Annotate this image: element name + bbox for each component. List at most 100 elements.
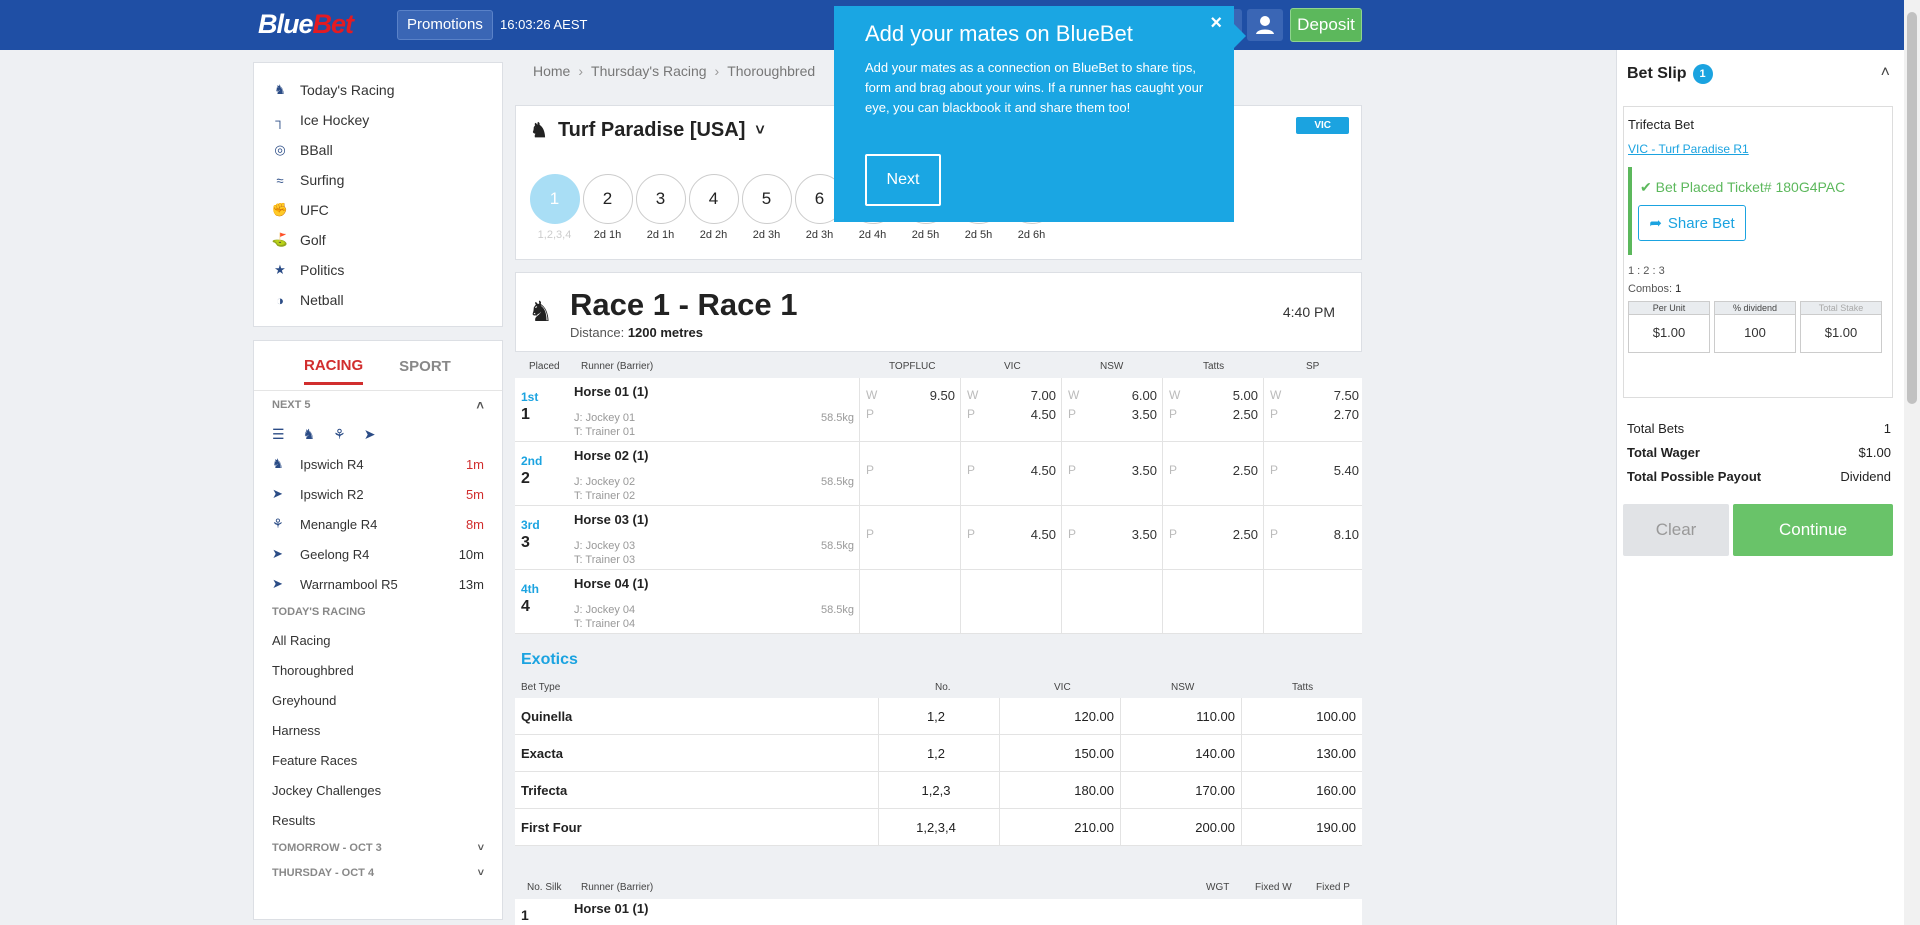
continue-button[interactable]: Continue bbox=[1733, 504, 1893, 556]
race-number-circle[interactable]: 4 bbox=[688, 174, 739, 224]
table-row[interactable]: 1 Horse 01 (1) bbox=[515, 899, 1362, 925]
race-number-circle[interactable]: 3 bbox=[635, 174, 686, 224]
tab-racing[interactable]: RACING bbox=[304, 347, 364, 385]
sidebar-item-politics[interactable]: ★ Politics bbox=[254, 255, 502, 285]
trainer: T: Trainer 02 bbox=[574, 490, 635, 502]
place-odds[interactable]: 2.50 bbox=[1233, 463, 1258, 478]
win-odds[interactable]: 9.50 bbox=[930, 388, 955, 403]
bluebet-logo[interactable]: BlueBet bbox=[258, 9, 354, 40]
next-button[interactable]: Next bbox=[865, 154, 941, 206]
sidebar-link[interactable]: Thoroughbred bbox=[254, 655, 502, 685]
exotic-tatts[interactable]: 130.00 bbox=[1241, 734, 1362, 772]
deposit-button[interactable]: Deposit bbox=[1290, 8, 1362, 42]
race-number-circle[interactable]: 5 bbox=[741, 174, 792, 224]
list-item[interactable]: ♞ Ipswich R4 1m bbox=[254, 449, 502, 479]
place-odds[interactable]: 2.50 bbox=[1233, 527, 1258, 542]
sidebar-link[interactable]: Harness bbox=[254, 715, 502, 745]
exotic-nsw[interactable]: 140.00 bbox=[1120, 734, 1241, 772]
tab-sport[interactable]: SPORT bbox=[399, 348, 451, 383]
sidebar-item-ufc[interactable]: ✊ UFC bbox=[254, 195, 502, 225]
close-icon[interactable]: × bbox=[1210, 12, 1222, 35]
race-tab[interactable]: 3 2d 1h bbox=[634, 174, 687, 241]
exotic-tatts[interactable]: 160.00 bbox=[1241, 771, 1362, 809]
race-tab[interactable]: 1 1,2,3,4 bbox=[528, 174, 581, 241]
dividend-field[interactable]: % dividend 100 bbox=[1714, 301, 1796, 353]
place-odds[interactable]: 2.70 bbox=[1334, 407, 1359, 422]
exotic-vic[interactable]: 120.00 bbox=[999, 697, 1120, 735]
venue-selector[interactable]: ♞ Turf Paradise [USA] ˅ bbox=[530, 118, 765, 143]
sidebar-link[interactable]: All Racing bbox=[254, 625, 502, 655]
exotic-nsw[interactable]: 170.00 bbox=[1120, 771, 1241, 809]
chevron-up-icon[interactable]: ˄ bbox=[476, 398, 484, 413]
harness-icon[interactable]: ⚘ bbox=[333, 426, 346, 443]
exotic-nsw[interactable]: 110.00 bbox=[1120, 697, 1241, 735]
win-odds[interactable]: 7.00 bbox=[1031, 388, 1056, 403]
mates-button[interactable] bbox=[1247, 9, 1283, 41]
sidebar-item-netball[interactable]: ◑ Netball bbox=[254, 285, 502, 315]
win-odds[interactable]: 5.00 bbox=[1233, 388, 1258, 403]
race-link[interactable]: VIC - Turf Paradise R1 bbox=[1628, 142, 1749, 156]
win-odds[interactable]: 6.00 bbox=[1132, 388, 1157, 403]
place-odds[interactable]: 2.50 bbox=[1233, 407, 1258, 422]
sidebar-link[interactable]: Results bbox=[254, 805, 502, 835]
place-odds[interactable]: 3.50 bbox=[1132, 463, 1157, 478]
sidebar-link[interactable]: Jockey Challenges bbox=[254, 775, 502, 805]
promotions-button[interactable]: Promotions bbox=[397, 10, 493, 40]
place-odds[interactable]: 5.40 bbox=[1334, 463, 1359, 478]
race-tab[interactable]: 5 2d 3h bbox=[740, 174, 793, 241]
horse-icon[interactable]: ♞ bbox=[303, 426, 316, 443]
list-item[interactable]: ⚘ Menangle R4 8m bbox=[254, 509, 502, 539]
chevron-down-icon[interactable]: ˅ bbox=[478, 842, 484, 854]
chevron-down-icon[interactable]: ˅ bbox=[478, 867, 484, 879]
table-row[interactable]: 3rd 3 Horse 03 (1) J: Jockey 03 T: Trainer 0… bbox=[515, 506, 1362, 570]
place-odds[interactable]: 8.10 bbox=[1334, 527, 1359, 542]
sidebar-item-bball[interactable]: ◎ BBall bbox=[254, 135, 502, 165]
exotic-tatts[interactable]: 100.00 bbox=[1241, 697, 1362, 735]
sidebar-item-today-s-racing[interactable]: ♞ Today's Racing bbox=[254, 75, 502, 105]
chevron-up-icon[interactable]: ˄ bbox=[1881, 64, 1890, 82]
race-number-circle[interactable]: 2 bbox=[582, 174, 633, 224]
page-scrollbar[interactable] bbox=[1904, 0, 1920, 925]
race-tab[interactable]: 2 2d 1h bbox=[581, 174, 634, 241]
place-odds[interactable]: 3.50 bbox=[1132, 407, 1157, 422]
list-item[interactable]: ➤ Geelong R4 10m bbox=[254, 539, 502, 569]
table-row[interactable]: 4th 4 Horse 04 (1) J: Jockey 04 T: Trainer 0… bbox=[515, 570, 1362, 634]
race-number-circle[interactable]: 1 bbox=[529, 174, 580, 224]
next5-header[interactable]: NEXT 5 ˄ bbox=[254, 391, 502, 419]
table-row[interactable]: 2nd 2 Horse 02 (1) J: Jockey 02 T: Trainer 0… bbox=[515, 442, 1362, 506]
scrollbar-thumb[interactable] bbox=[1907, 12, 1917, 404]
per-unit-field[interactable]: Per Unit $1.00 bbox=[1628, 301, 1710, 353]
exotic-vic[interactable]: 150.00 bbox=[999, 734, 1120, 772]
place-odds[interactable]: 4.50 bbox=[1031, 463, 1056, 478]
sidebar-link[interactable]: Greyhound bbox=[254, 685, 502, 715]
tomorrow-header[interactable]: TOMORROW - OCT 3 ˅ bbox=[254, 835, 502, 860]
sidebar-link[interactable]: Feature Races bbox=[254, 745, 502, 775]
greyhound-icon[interactable]: ➤ bbox=[364, 426, 376, 443]
sidebar-item-golf[interactable]: ⛳ Golf bbox=[254, 225, 502, 255]
race-tab[interactable]: 4 2d 2h bbox=[687, 174, 740, 241]
thursday-header[interactable]: THURSDAY - OCT 4 ˅ bbox=[254, 860, 502, 885]
breadcrumb-thursdays-racing[interactable]: Thursday's Racing bbox=[591, 63, 707, 79]
dividend-value[interactable]: 100 bbox=[1714, 315, 1796, 353]
total-stake-field[interactable]: Total Stake $1.00 bbox=[1800, 301, 1882, 353]
exotic-vic[interactable]: 210.00 bbox=[999, 808, 1120, 846]
sidebar-item-surfing[interactable]: ≈ Surfing bbox=[254, 165, 502, 195]
total-stake-value[interactable]: $1.00 bbox=[1800, 315, 1882, 353]
place-odds[interactable]: 4.50 bbox=[1031, 407, 1056, 422]
list-item[interactable]: ➤ Ipswich R2 5m bbox=[254, 479, 502, 509]
exotic-vic[interactable]: 180.00 bbox=[999, 771, 1120, 809]
list-item[interactable]: ➤ Warrnambool R5 13m bbox=[254, 569, 502, 599]
clear-button[interactable]: Clear bbox=[1623, 504, 1729, 556]
breadcrumb-home[interactable]: Home bbox=[533, 63, 570, 79]
list-icon[interactable]: ☰ bbox=[272, 426, 285, 443]
breadcrumb-thoroughbred[interactable]: Thoroughbred bbox=[727, 63, 815, 79]
win-odds[interactable]: 7.50 bbox=[1334, 388, 1359, 403]
place-odds[interactable]: 3.50 bbox=[1132, 527, 1157, 542]
share-bet-button[interactable]: ➦ Share Bet bbox=[1638, 205, 1746, 241]
place-odds[interactable]: 4.50 bbox=[1031, 527, 1056, 542]
per-unit-value[interactable]: $1.00 bbox=[1628, 315, 1710, 353]
table-row[interactable]: 1st 1 Horse 01 (1) J: Jockey 01 T: Trainer 0… bbox=[515, 378, 1362, 442]
sidebar-item-ice-hockey[interactable]: ┐ Ice Hockey bbox=[254, 105, 502, 135]
exotic-tatts[interactable]: 190.00 bbox=[1241, 808, 1362, 846]
exotic-nsw[interactable]: 200.00 bbox=[1120, 808, 1241, 846]
